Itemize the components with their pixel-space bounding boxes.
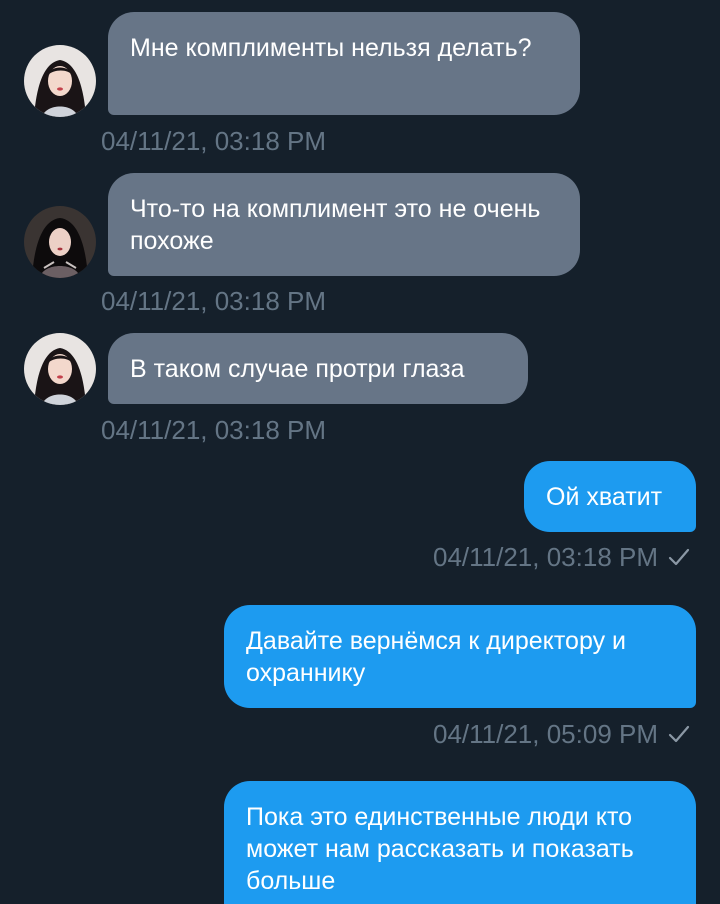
- message-timestamp: 04/11/21, 03:18 PM: [101, 415, 327, 445]
- message-timestamp: 04/11/21, 03:18 PM: [432, 542, 658, 572]
- avatar[interactable]: [24, 206, 96, 278]
- message-timestamp: 04/11/21, 05:09 PM: [432, 719, 658, 749]
- message-status-row: 04/11/21, 05:09 PM: [433, 718, 690, 750]
- checkmark-icon: [668, 723, 690, 745]
- avatar-photo-icon: [24, 45, 96, 117]
- message-text: В таком случае протри глаза: [130, 355, 465, 383]
- avatar[interactable]: [24, 333, 96, 405]
- avatar-photo-icon: [24, 206, 96, 278]
- avatar[interactable]: [24, 45, 96, 117]
- message-status-row: 04/11/21, 03:18 PM: [433, 541, 690, 573]
- message-text: Что-то на комплимент это не очень похоже: [130, 195, 541, 255]
- message-bubble[interactable]: Ой хватит: [524, 461, 696, 532]
- avatar-photo-icon: [24, 333, 96, 405]
- message-bubble[interactable]: Что-то на комплимент это не очень похоже: [108, 173, 580, 276]
- message-bubble[interactable]: В таком случае протри глаза: [108, 333, 528, 404]
- message-text: Давайте вернёмся к директору и охраннику: [246, 627, 626, 687]
- message-bubble[interactable]: Давайте вернёмся к директору и охраннику: [224, 605, 696, 708]
- message-bubble[interactable]: Пока это единственные люди кто может нам…: [224, 781, 696, 904]
- message-timestamp: 04/11/21, 03:18 PM: [101, 286, 327, 316]
- message-text: Ой хватит: [546, 483, 663, 511]
- message-timestamp: 04/11/21, 03:18 PM: [101, 126, 327, 156]
- checkmark-icon: [668, 546, 690, 568]
- message-text: Пока это единственные люди кто может нам…: [246, 803, 634, 895]
- message-text: Мне комплименты нельзя делать?: [130, 34, 532, 62]
- message-bubble[interactable]: Мне комплименты нельзя делать?: [108, 12, 580, 115]
- chat-conversation: Мне комплименты нельзя делать? 04/11/21,…: [0, 0, 720, 904]
